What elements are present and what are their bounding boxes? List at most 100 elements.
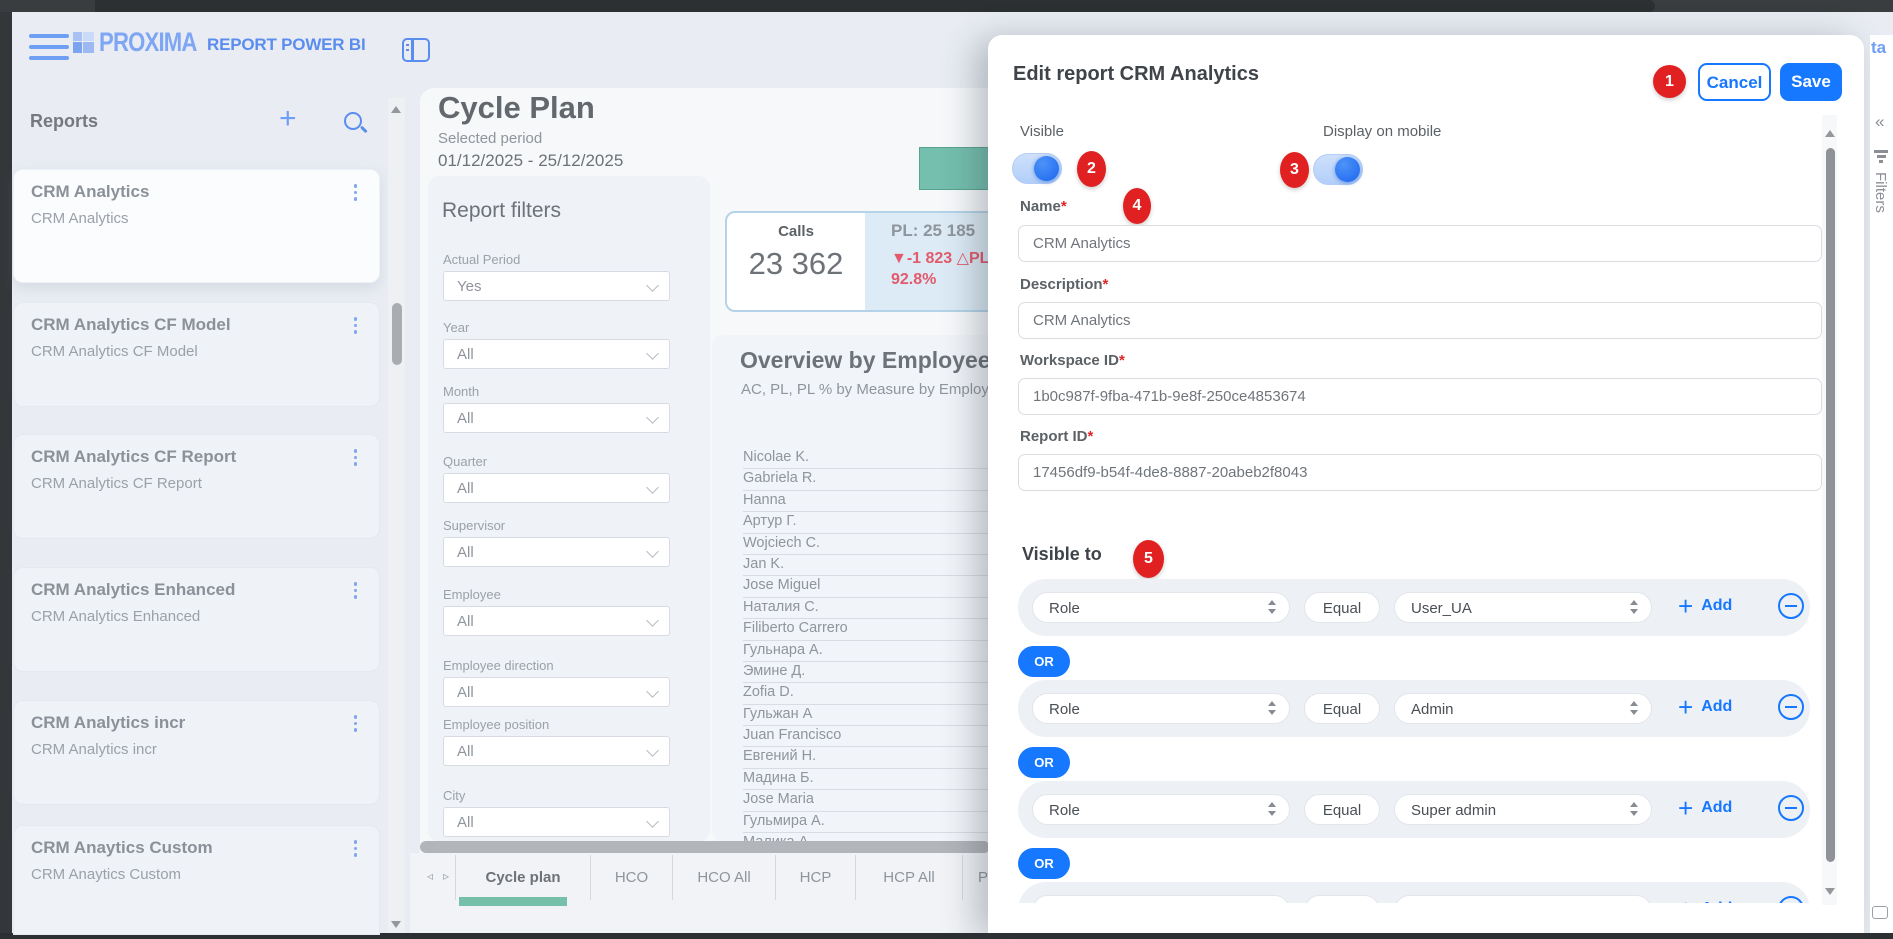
table-row[interactable]: Zofia D. [743, 683, 1001, 704]
filter-label: Actual Period [443, 252, 520, 267]
filter-select-month[interactable]: All [443, 403, 670, 433]
chevron-down-icon [646, 347, 659, 360]
cancel-button[interactable]: Cancel [1698, 63, 1771, 101]
report-card[interactable]: CRM Analytics CRM Analytics [13, 169, 380, 283]
or-badge: OR [1018, 848, 1070, 879]
sidebar-toggle-icon[interactable] [402, 38, 430, 62]
required-asterisk: * [1119, 352, 1125, 369]
remove-rule-button[interactable] [1778, 694, 1804, 720]
add-rule-button[interactable]: +Add [1678, 693, 1732, 721]
table-row[interactable]: Hanna [743, 491, 1001, 512]
table-row[interactable]: Gabriela R. [743, 469, 1001, 490]
table-row[interactable]: Jan K. [743, 555, 1001, 576]
menu-hamburger-icon[interactable] [29, 34, 69, 60]
rule-field-select[interactable]: Role [1032, 592, 1290, 623]
rule-operator[interactable]: Equal [1304, 693, 1380, 724]
report-card[interactable]: CRM Analytics Enhanced CRM Analytics Enh… [13, 567, 380, 672]
table-row[interactable]: Nicolae K. [743, 448, 1001, 469]
table-row[interactable]: Артур Г. [743, 512, 1001, 533]
sidebar-scrollbar-thumb[interactable] [392, 303, 402, 365]
table-row[interactable]: Евгений Н. [743, 747, 1001, 768]
scroll-up-icon[interactable] [1825, 130, 1835, 137]
add-rule-button[interactable]: +Add [1678, 592, 1732, 620]
rule-value-select[interactable]: Super admin [1394, 794, 1652, 825]
calls-value: 23 362 [727, 246, 865, 282]
rule-operator[interactable]: Equal [1304, 592, 1380, 623]
rule-value-select[interactable]: User_UA [1394, 592, 1652, 623]
tab-hcp-all[interactable]: HCP All [856, 855, 963, 900]
rule-field-select[interactable]: Role [1032, 794, 1290, 825]
annotation-badge-2: 2 [1077, 151, 1106, 187]
table-row[interactable]: Гульжан А [743, 705, 1001, 726]
description-field[interactable] [1018, 302, 1822, 339]
visible-toggle[interactable] [1012, 153, 1062, 184]
tab-hcp[interactable]: HCP [776, 855, 856, 900]
name-field[interactable] [1018, 225, 1822, 262]
report-id-field[interactable] [1018, 454, 1822, 491]
filter-select-actual-period[interactable]: Yes [443, 271, 670, 301]
add-rule-button[interactable]: +Add [1678, 794, 1732, 822]
table-row[interactable]: Jose Miguel [743, 576, 1001, 597]
table-row[interactable]: Juan Francisco [743, 726, 1001, 747]
rule-operator[interactable]: Equal [1304, 794, 1380, 825]
table-row[interactable]: Гульнара А. [743, 641, 1001, 662]
tabs-next-icon[interactable]: ▹ [443, 869, 449, 883]
save-button[interactable]: Save [1780, 63, 1842, 101]
filter-label: Supervisor [443, 518, 505, 533]
field-label-workspace-id: Workspace ID* [1020, 352, 1125, 369]
table-row[interactable]: Jose Maria [743, 790, 1001, 811]
mobile-toggle-label: Display on mobile [1323, 123, 1441, 140]
tab-hco[interactable]: HCO [591, 855, 673, 900]
dialog-scrollbar-thumb[interactable] [1826, 148, 1835, 862]
table-row[interactable]: Гульмира А. [743, 812, 1001, 833]
report-card-menu-icon[interactable] [354, 715, 358, 732]
chevron-down-icon [646, 614, 659, 627]
tabs-prev-icon[interactable]: ◃ [427, 869, 433, 883]
filter-select-year[interactable]: All [443, 339, 670, 369]
filter-select-employee[interactable]: All [443, 606, 670, 636]
overview-subtitle: AC, PL, PL % by Measure by Employee, [741, 381, 1010, 398]
horizontal-scrollbar[interactable] [420, 841, 990, 853]
active-tab-indicator [459, 897, 567, 906]
report-card[interactable]: CRM Anaytics Custom CRM Anaytics Custom [13, 825, 380, 935]
table-row[interactable]: Наталия С. [743, 598, 1001, 619]
filter-select-employee-position[interactable]: All [443, 736, 670, 766]
filter-select-supervisor[interactable]: All [443, 537, 670, 567]
search-icon[interactable] [344, 112, 362, 130]
sidebar-scrollbar[interactable] [388, 98, 405, 933]
table-row[interactable]: Эмине Д. [743, 662, 1001, 683]
filter-icon [1874, 150, 1888, 163]
employee-table: Nicolae K. Gabriela R. Hanna Артур Г. Wo… [743, 448, 1001, 854]
workspace-id-field[interactable] [1018, 378, 1822, 415]
report-card-subtitle: CRM Analytics Enhanced [31, 608, 200, 625]
scroll-down-icon[interactable] [1825, 888, 1835, 895]
mobile-toggle[interactable] [1313, 154, 1363, 185]
tab-hco-all[interactable]: HCO All [673, 855, 776, 900]
table-row[interactable]: Мадина Б. [743, 769, 1001, 790]
report-card-menu-icon[interactable] [354, 449, 358, 466]
filter-select-employee-direction[interactable]: All [443, 677, 670, 707]
report-card-menu-icon[interactable] [354, 317, 358, 334]
scroll-up-icon[interactable] [391, 106, 401, 113]
filter-select-quarter[interactable]: All [443, 473, 670, 503]
filters-rail-label[interactable]: Filters [1872, 172, 1889, 213]
required-asterisk: * [1061, 198, 1067, 215]
picture-in-picture-icon[interactable] [1872, 906, 1888, 919]
rule-value-select[interactable]: Admin [1394, 693, 1652, 724]
scroll-down-icon[interactable] [391, 921, 401, 928]
report-card[interactable]: CRM Analytics CF Model CRM Analytics CF … [13, 302, 380, 407]
filter-select-city[interactable]: All [443, 807, 670, 837]
table-row[interactable]: Wojciech C. [743, 534, 1001, 555]
rule-field-select[interactable]: Role [1032, 693, 1290, 724]
report-card-menu-icon[interactable] [354, 184, 358, 201]
tab-cycle-plan[interactable]: Cycle plan [455, 855, 591, 900]
report-card[interactable]: CRM Analytics CF Report CRM Analytics CF… [13, 434, 380, 539]
collapse-rail-icon[interactable]: « [1875, 112, 1884, 132]
report-card-menu-icon[interactable] [354, 582, 358, 599]
table-row[interactable]: Filiberto Carrero [743, 619, 1001, 640]
add-report-button[interactable]: + [279, 108, 297, 130]
remove-rule-button[interactable] [1778, 795, 1804, 821]
report-card-menu-icon[interactable] [354, 840, 358, 857]
remove-rule-button[interactable] [1778, 593, 1804, 619]
report-card[interactable]: CRM Analytics incr CRM Analytics incr [13, 700, 380, 805]
